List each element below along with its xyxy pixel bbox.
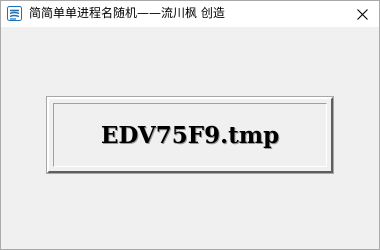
client-area: EDV75F9.tmp (1, 27, 379, 249)
close-icon (356, 8, 368, 20)
app-icon (7, 6, 22, 21)
window-title: 简简单单进程名随机——流川枫 创造 (29, 6, 225, 20)
title-bar[interactable]: 简简单单进程名随机——流川枫 创造 (1, 1, 379, 27)
random-name-button[interactable]: EDV75F9.tmp (47, 97, 333, 173)
close-button[interactable] (345, 1, 379, 27)
app-window: 简简单单进程名随机——流川枫 创造 EDV75F9.tmp (0, 0, 380, 250)
process-name-label: EDV75F9.tmp (100, 121, 280, 149)
